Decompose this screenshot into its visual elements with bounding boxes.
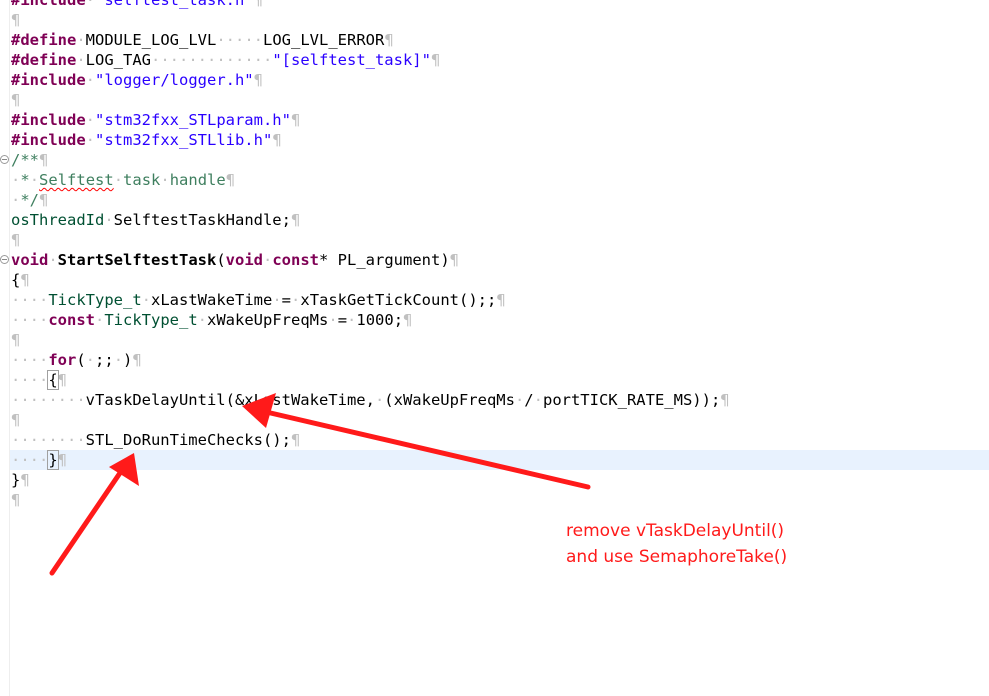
code-line: ····for(·;;·)¶ xyxy=(11,351,142,369)
code-line: ········STL_DoRunTimeChecks();¶ xyxy=(11,431,301,449)
numeric-literal: 1000; xyxy=(356,311,404,329)
code-line: #include·"stm32fxx_STLparam.h"¶ xyxy=(11,111,301,129)
code-line: ····{¶ xyxy=(11,370,68,390)
code-line: ····const·TickType_t·xWakeUpFreqMs·=·100… xyxy=(11,311,413,329)
const-keyword: const xyxy=(48,311,95,329)
define-keyword: #define xyxy=(11,51,77,69)
current-line: ····}¶ xyxy=(10,450,989,470)
brace: { xyxy=(11,271,21,289)
include-keyword: #include xyxy=(11,0,86,9)
include-path: "stm32fxx_STLparam.h" xyxy=(95,111,291,129)
comment-word: task xyxy=(123,171,161,189)
code-line: ········vTaskDelayUntil(&xLastWakeTime,·… xyxy=(11,391,730,409)
include-keyword: #include xyxy=(11,131,86,149)
include-keyword: #include xyxy=(11,71,86,89)
code-line: #include·"selftest_task.h"¶ xyxy=(11,0,989,10)
comment-star: * xyxy=(20,171,30,189)
annotation-note: remove vTaskDelayUntil() and use Semapho… xyxy=(566,518,787,570)
code-line: }¶ xyxy=(11,471,30,489)
code-line: ¶ xyxy=(11,91,21,109)
comment-close: */ xyxy=(20,191,40,209)
type-name: TickType_t xyxy=(104,311,198,329)
code-line: ·*·Selftest·task·handle¶ xyxy=(11,171,236,189)
code-line: ¶ xyxy=(11,491,21,509)
code-line: ¶ xyxy=(11,11,21,29)
code-line: osThreadId·SelftestTaskHandle;¶ xyxy=(11,211,301,229)
return-type-keyword: void xyxy=(11,251,49,269)
code-line: #include·"logger/logger.h"¶ xyxy=(11,71,263,89)
code-line: void·StartSelftestTask(void·const* PL_ar… xyxy=(0,250,989,270)
variable-name: xLastWakeTime xyxy=(151,291,273,309)
function-params: * PL_argument) xyxy=(319,251,450,269)
function-name: StartSelftestTask xyxy=(57,251,217,269)
brace: { xyxy=(47,370,59,390)
comment-word-misspelled: Selftest xyxy=(39,171,114,189)
function-call: STL_DoRunTimeChecks(); xyxy=(85,431,291,449)
function-call: xTaskGetTickCount();; xyxy=(300,291,497,309)
define-keyword: #define xyxy=(11,31,77,49)
code-line: ¶ xyxy=(11,411,21,429)
variable-name: xWakeUpFreqMs xyxy=(207,311,329,329)
include-path: "selftest_task.h" xyxy=(95,0,254,9)
brace: } xyxy=(11,471,21,489)
macro-value: "[selftest_task]" xyxy=(272,51,431,69)
macro-name: LOG_TAG xyxy=(85,51,151,69)
include-path: "stm32fxx_STLlib.h" xyxy=(95,131,273,149)
comment-word: handle xyxy=(169,171,226,189)
code-line: ¶ xyxy=(11,231,21,249)
code-line: ·*/¶ xyxy=(11,191,49,209)
macro-name: MODULE_LOG_LVL xyxy=(85,31,217,49)
type-name: TickType_t xyxy=(48,291,142,309)
for-keyword: for xyxy=(48,351,77,369)
comment-open: /** xyxy=(11,151,39,169)
annotation-line: remove vTaskDelayUntil() xyxy=(566,521,785,541)
code-line: /**¶ xyxy=(0,150,989,170)
include-keyword: #include xyxy=(11,111,86,129)
type-name: osThreadId xyxy=(11,211,105,229)
function-call: vTaskDelayUntil(&xLastWakeTime, xyxy=(85,391,375,409)
annotation-line: and use SemaphoreTake() xyxy=(566,547,788,567)
code-line: {¶ xyxy=(11,271,30,289)
include-path: "logger/logger.h" xyxy=(95,71,254,89)
code-line: ¶ xyxy=(11,331,21,349)
brace: } xyxy=(47,450,59,470)
code-line: #define·MODULE_LOG_LVL·····LOG_LVL_ERROR… xyxy=(11,31,394,49)
code-editor[interactable]: #include·"selftest_task.h"¶ ¶ #define·MO… xyxy=(0,0,989,510)
variable-declaration: SelftestTaskHandle; xyxy=(113,211,291,229)
fold-toggle-icon[interactable] xyxy=(0,255,9,264)
macro-value: LOG_LVL_ERROR xyxy=(263,31,385,49)
fold-toggle-icon[interactable] xyxy=(0,155,9,164)
code-line: ····TickType_t·xLastWakeTime·=·xTaskGetT… xyxy=(11,291,506,309)
code-line: #include·"stm32fxx_STLlib.h"¶ xyxy=(11,131,282,149)
code-line: #define·LOG_TAG·············"[selftest_t… xyxy=(11,51,441,69)
editor-gutter xyxy=(0,0,10,696)
